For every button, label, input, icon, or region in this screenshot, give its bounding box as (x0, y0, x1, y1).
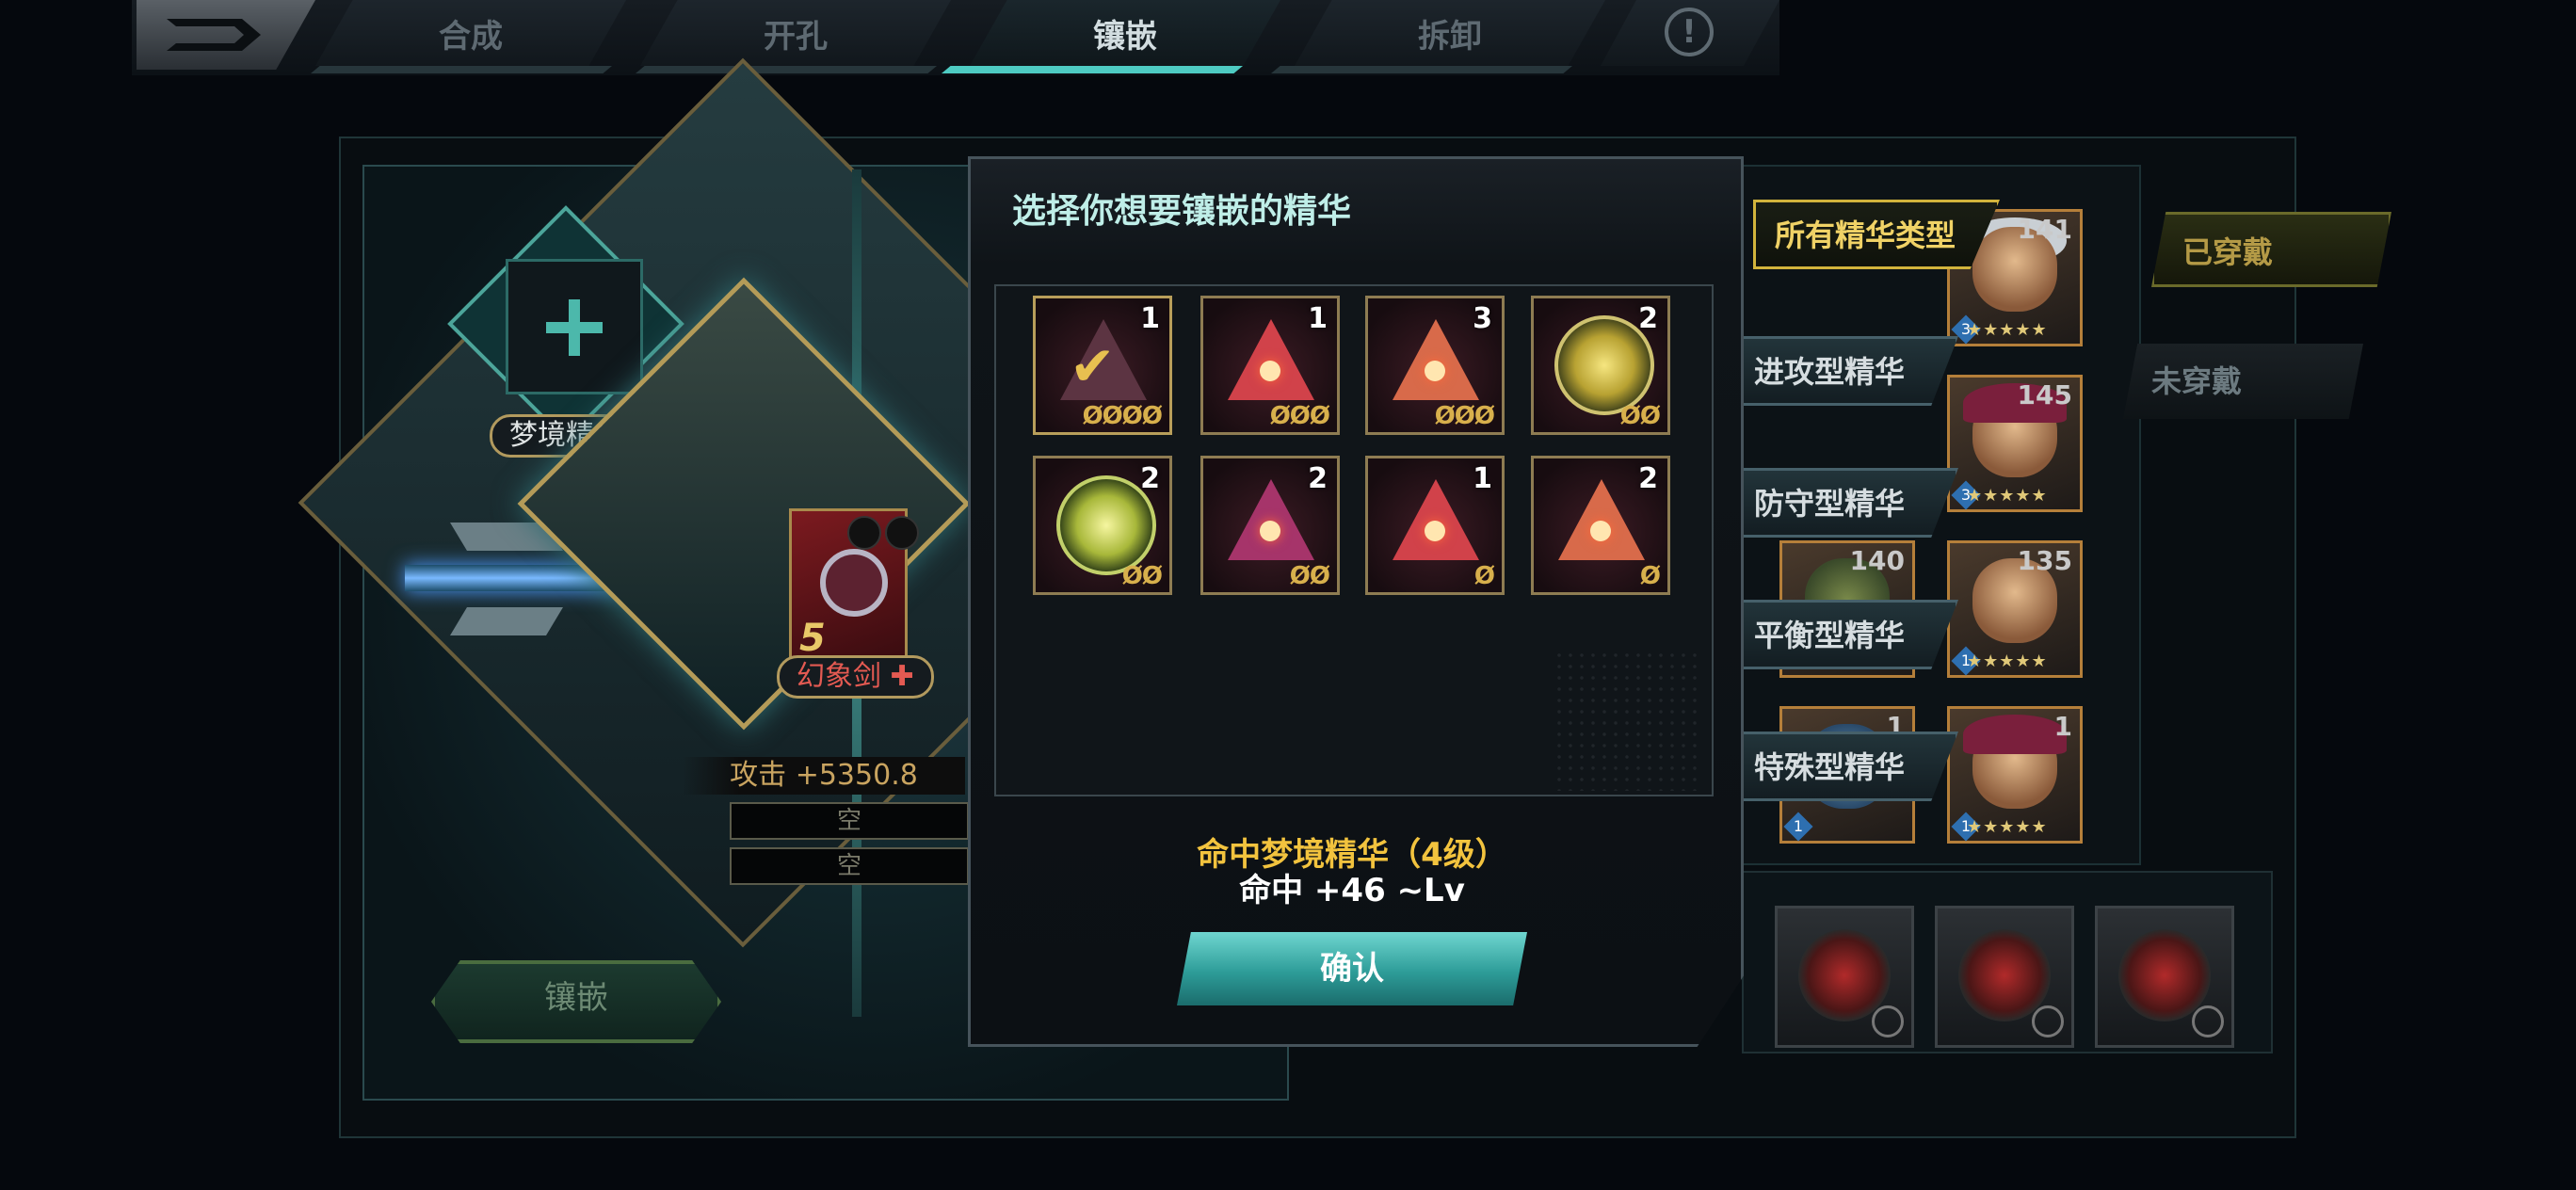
dialog-title: 选择你想要镶嵌的精华 (1012, 192, 1352, 231)
star-rating: ★★★★★ (1967, 320, 2048, 340)
essence-count: 2 (1638, 302, 1658, 335)
essence-icon (1393, 479, 1479, 560)
embed-button[interactable]: 镶嵌 (431, 960, 721, 1043)
essence-level-pips: ØØØ (1434, 402, 1495, 430)
sword-icon (820, 549, 888, 617)
rank-badge-text: 1 (1793, 817, 1804, 835)
weapon-name: 幻象剑 (797, 660, 881, 693)
essence-core (1590, 521, 1611, 541)
checkmark-icon: ✔ (1070, 334, 1116, 398)
hero-level: 1 (2053, 711, 2072, 742)
hero-level: 140 (1849, 545, 1905, 576)
chevron-decor (450, 607, 563, 635)
essence-core (1260, 521, 1280, 541)
socket-empty-icon (847, 516, 881, 550)
weapon-grade: 5 (799, 617, 826, 660)
essence-core (1425, 521, 1445, 541)
tab-embed[interactable]: 镶嵌 (970, 0, 1280, 66)
equipment-icon (1798, 929, 1891, 1021)
essence-item-selected[interactable]: ✔ 1 ØØØØ (1033, 296, 1172, 435)
filter-balance-essence[interactable]: 平衡型精华 (1732, 600, 1958, 669)
essence-item[interactable]: 1 Ø (1365, 456, 1505, 595)
hero-level: 135 (2017, 545, 2072, 576)
lock-icon (2032, 1005, 2064, 1037)
essence-count: 1 (1308, 302, 1328, 335)
filter-worn-button[interactable]: 已穿戴 (2151, 212, 2391, 287)
plus-icon (569, 299, 580, 356)
tab-drill[interactable]: 开孔 (640, 0, 951, 66)
essence-level-pips: Ø (1639, 562, 1661, 590)
essence-level-pips: ØØØØ (1082, 402, 1163, 430)
tab-drill-underline (636, 66, 937, 73)
hero-level: 141 (2017, 214, 2072, 245)
essence-level-pips: ØØ (1121, 562, 1163, 590)
hero-card[interactable]: 1 1 ★★★★★ (1947, 706, 2083, 844)
essence-core (1260, 361, 1280, 381)
dot-pattern-decor (1554, 650, 1704, 791)
essence-icon (1228, 479, 1314, 560)
back-arrow-icon (167, 19, 261, 51)
essence-item[interactable]: 2 ØØ (1200, 456, 1340, 595)
essence-item[interactable]: 2 ØØ (1033, 456, 1172, 595)
equipment-icon (1958, 929, 2051, 1021)
hero-card[interactable]: 135 1 ★★★★★ (1947, 540, 2083, 678)
equipment-slot[interactable] (1935, 906, 2074, 1048)
essence-level-pips: ØØØ (1269, 402, 1330, 430)
tab-remove[interactable]: 拆卸 (1295, 0, 1605, 66)
essence-count: 1 (1473, 462, 1492, 495)
tab-remove-underline (1271, 66, 1572, 73)
star-rating: ★★★★★ (1967, 486, 2048, 506)
filter-special-essence[interactable]: 特殊型精华 (1732, 732, 1958, 801)
plus-icon: ✚ (881, 660, 914, 693)
socket-empty-icon (885, 516, 919, 550)
essence-icon (1228, 319, 1314, 400)
essence-count: 3 (1473, 302, 1492, 335)
add-essence-slot[interactable] (506, 259, 643, 394)
equipment-slot[interactable] (1775, 906, 1914, 1048)
selected-essence-stat: 命中 +46 ~Lv (1239, 872, 1465, 909)
lock-icon (2192, 1005, 2224, 1037)
star-rating: ★★★★★ (1967, 651, 2048, 671)
hero-level: 145 (2017, 379, 2072, 410)
essence-item[interactable]: 2 Ø (1531, 456, 1670, 595)
filter-attack-essence[interactable]: 进攻型精华 (1732, 336, 1958, 406)
essence-count: 2 (1638, 462, 1658, 495)
filter-not-worn-button[interactable]: 未穿戴 (2123, 344, 2363, 419)
star-rating: ★★★★★ (1967, 817, 2048, 837)
empty-stat-slot: 空 (730, 847, 969, 885)
hero-card[interactable]: 145 3 ★★★★★ (1947, 375, 2083, 512)
essence-item[interactable]: 2 ØØ (1531, 296, 1670, 435)
empty-stat-slot: 空 (730, 802, 969, 840)
filter-defense-essence[interactable]: 防守型精华 (1732, 468, 1958, 538)
tab-embed-underline (942, 66, 1243, 73)
essence-level-pips: Ø (1473, 562, 1495, 590)
confirm-button[interactable]: 确认 (1177, 932, 1527, 1005)
equipment-icon (2118, 929, 2211, 1021)
rank-badge-icon: 1 (1783, 812, 1813, 842)
essence-count: 2 (1308, 462, 1328, 495)
attack-stat: 攻击 +5350.8 (683, 757, 965, 795)
weapon-name-label: 幻象剑 ✚ (777, 655, 934, 699)
essence-level-pips: ØØ (1619, 402, 1661, 430)
tab-compose-underline (311, 66, 612, 73)
hero-hat (1963, 715, 2067, 754)
essence-core (1425, 361, 1445, 381)
essence-item[interactable]: 1 ØØØ (1200, 296, 1340, 435)
tab-compose[interactable]: 合成 (315, 0, 626, 66)
lock-icon (1872, 1005, 1904, 1037)
info-icon: ! (1665, 8, 1714, 56)
filter-all-essences[interactable]: 所有精华类型 (1753, 200, 2000, 269)
essence-icon (1393, 319, 1479, 400)
essence-level-pips: ØØ (1289, 562, 1330, 590)
essence-count: 1 (1140, 302, 1160, 335)
essence-count: 2 (1140, 462, 1160, 495)
equipment-slot[interactable] (2095, 906, 2234, 1048)
essence-icon (1558, 479, 1645, 560)
essence-item[interactable]: 3 ØØØ (1365, 296, 1505, 435)
